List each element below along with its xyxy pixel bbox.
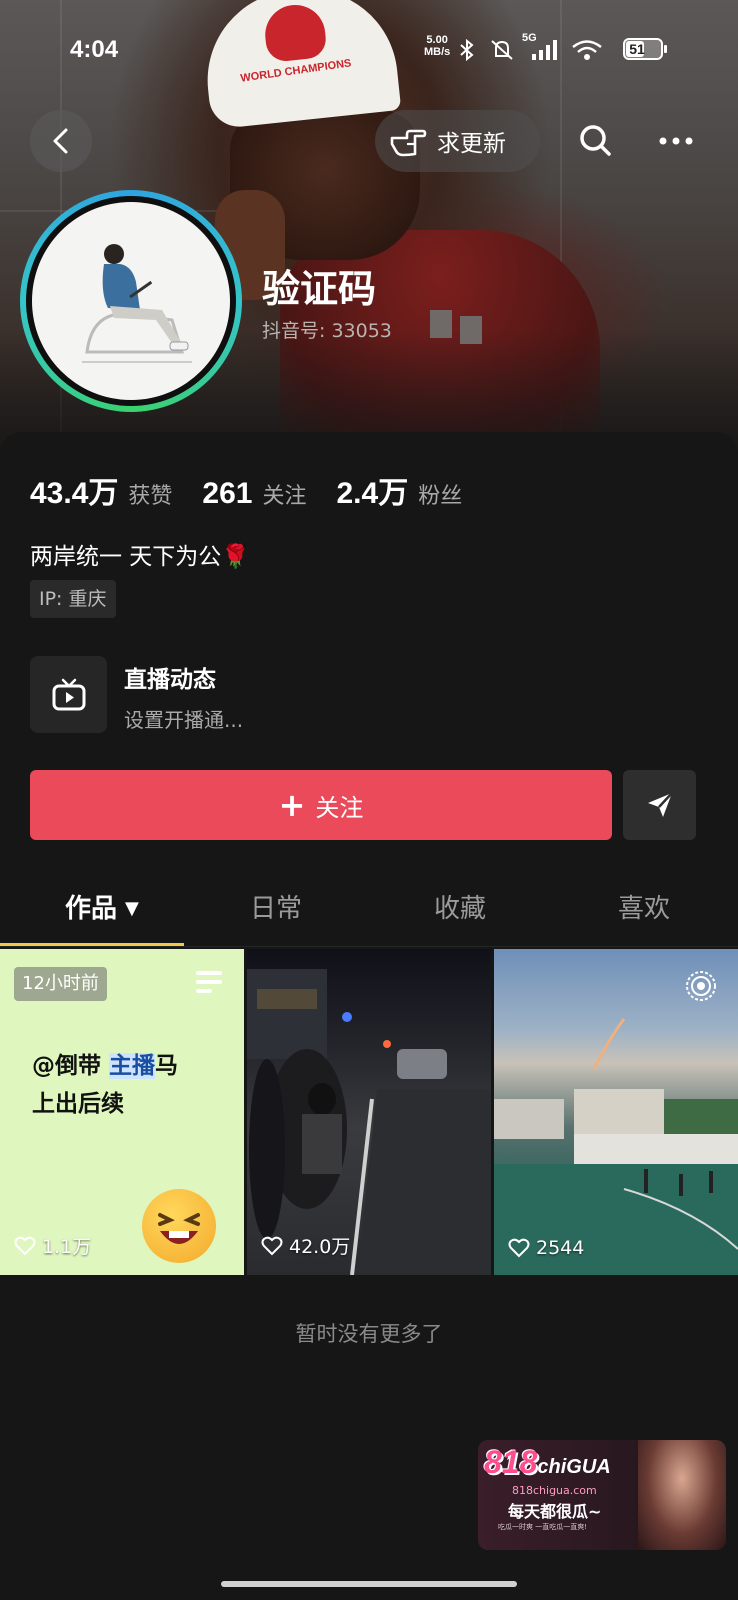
wifi-icon [572,40,602,60]
night-street-image [247,969,491,1275]
live-feed-subtitle[interactable]: 设置开播通... [124,704,243,733]
search-icon[interactable] [575,120,617,162]
live-feed-button[interactable] [30,656,107,733]
ad-slogan: 每天都很瓜~ [508,1502,602,1521]
status-bar: 4:04 5.00 MB/s 5G 51 [0,30,738,70]
ip-location-tag: IP: 重庆 [30,580,116,618]
stat-followers-value: 2.4万 [336,477,409,510]
tab-liked[interactable]: 喜欢 [618,888,670,925]
more-icon[interactable] [655,120,697,162]
advertisement-banner[interactable]: 818chiGUA 818chigua.com 每天都很瓜~ 吃瓜一时爽 一直吃… [478,1440,726,1550]
posted-time-badge: 12小时前 [14,967,107,1001]
video-thumbnail[interactable]: 42.0万 [247,949,491,1275]
laughing-emoji-icon [142,1189,216,1263]
no-more-content-text: 暂时没有更多了 [295,1322,443,1346]
bluetooth-icon [460,38,474,62]
ad-fine-print: 吃瓜一时爽 一直吃瓜一直爽! [498,1523,588,1531]
video-thumbnail[interactable]: 12小时前 @倒带 主播马 上出后续 1.1万 [0,949,244,1275]
tv-icon [52,678,85,710]
video-likes: 2544 [508,1237,584,1259]
video-likes-count: 42.0万 [289,1236,351,1258]
follow-button-label: 关注 [315,793,364,822]
live-feed-title[interactable]: 直播动态 [124,660,216,694]
share-button[interactable] [623,770,696,840]
heart-icon [14,1236,36,1255]
heart-icon [261,1236,283,1255]
stat-following-label: 关注 [262,484,307,509]
battery-level: 51 [629,41,645,57]
tab-daily[interactable]: 日常 [250,888,302,925]
video-likes: 1.1万 [14,1232,91,1259]
stat-followers[interactable]: 2.4万 粉丝 [336,468,462,512]
stat-following[interactable]: 261 关注 [202,477,306,511]
follow-button[interactable]: + 关注 [30,770,612,840]
home-indicator[interactable] [221,1581,517,1587]
stat-likes[interactable]: 43.4万 获赞 [30,468,172,512]
plus-icon: + [278,786,306,824]
stat-likes-label: 获赞 [128,484,173,509]
ad-model-image [638,1440,726,1550]
status-time: 4:04 [70,36,119,63]
id-mosaic [430,310,452,338]
live-photo-icon [686,971,716,1001]
tab-works-label: 作品 [65,894,118,924]
profile-stats: 43.4万 获赞 261 关注 2.4万 粉丝 [30,468,492,512]
profile-name: 验证码 [262,267,377,311]
video-likes: 42.0万 [261,1232,350,1259]
avatar-image [82,244,192,363]
battery-icon: 51 [623,38,663,60]
text-lines-icon [196,971,222,993]
ad-brand-logo: 818chiGUA [484,1444,611,1480]
network-speed-value: 5.00 [426,34,448,46]
stat-likes-value: 43.4万 [30,477,119,510]
id-mosaic [460,316,482,344]
send-icon [647,792,673,817]
pointing-hand-icon [390,129,427,157]
network-speed-unit: MB/s [424,46,451,58]
caret-down-icon: ▼ [125,898,139,919]
request-update-button[interactable]: 求更新 [375,110,540,172]
stat-following-value: 261 [202,477,253,510]
video-thumbnail[interactable]: 2544 [494,949,738,1275]
video-likes-count: 2544 [536,1237,585,1259]
back-button[interactable] [30,110,92,172]
bell-muted-icon [491,40,513,60]
stat-followers-label: 粉丝 [418,484,463,509]
douyin-id[interactable]: 抖音号: 33053 [262,316,392,343]
signal-icon [532,40,557,60]
heart-icon [508,1238,530,1258]
avatar[interactable] [20,190,242,412]
network-speed: 5.00 MB/s [424,34,450,58]
profile-bio: 两岸统一 天下为公🌹 [30,544,250,570]
tab-favorites[interactable]: 收藏 [434,888,486,925]
tab-active-indicator [0,943,184,946]
tab-divider [0,946,738,947]
request-update-label: 求更新 [437,131,506,157]
video-caption-text: @倒带 主播马 上出后续 [32,1053,179,1117]
chevron-left-icon [53,128,68,154]
video-likes-count: 1.1万 [42,1236,92,1258]
tab-works[interactable]: 作品 ▼ [65,888,139,925]
battery-tip [664,45,667,53]
ad-url: 818chigua.com [512,1484,597,1497]
